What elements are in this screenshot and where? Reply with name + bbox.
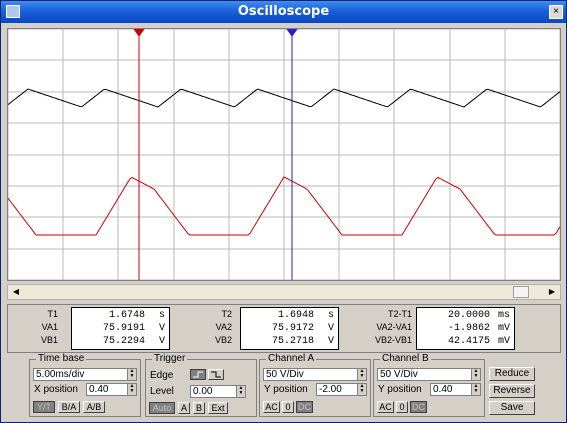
spin-icon[interactable]: ▲ ▼	[357, 369, 366, 380]
channel-b-scale-select[interactable]: 50 V/Div ▲ ▼	[377, 368, 481, 381]
vb2-unit: V	[327, 336, 334, 347]
va1-value: 75.9191	[102, 323, 145, 334]
readout-label: VB2	[214, 335, 232, 345]
dvb-value: 42.4175	[447, 336, 490, 347]
timebase-title: Time base	[36, 353, 87, 364]
reduce-button[interactable]: Reduce	[489, 367, 535, 381]
spin-icon[interactable]: ▲ ▼	[127, 384, 136, 395]
vb1-value: 75.2294	[102, 336, 145, 347]
timebase-scale-select[interactable]: 5.00ms/div ▲ ▼	[33, 368, 137, 381]
trigger-title: Trigger	[152, 353, 188, 364]
va1-unit: V	[158, 323, 165, 334]
readout-box-mid: 1.6948 s 75.9172 V 75.2718 V	[240, 307, 339, 350]
spin-icon[interactable]: ▲ ▼	[471, 369, 480, 380]
horizontal-scrollbar[interactable]: ◀ ▶	[7, 284, 561, 300]
yt-button[interactable]: Y/T	[33, 401, 55, 413]
xpos-input[interactable]: 0.40 ▲ ▼	[86, 383, 137, 396]
dva-value: -1.9862	[447, 323, 490, 334]
level-value: 0.00	[193, 386, 213, 397]
measurement-panel: T1 VA1 VB1 1.6748 s 75.9191 V 75.2294 V T2 …	[7, 304, 561, 353]
dva-unit: mV	[497, 323, 510, 334]
vb2-value: 75.2718	[271, 336, 314, 347]
trigger-group: Trigger Edge Level 0.00 ▲ ▼ Auto A B Ext	[145, 353, 257, 417]
cursor-1-handle[interactable]	[133, 29, 145, 37]
readout-label: T1	[47, 309, 58, 319]
readout-box-left: 1.6748 s 75.9191 V 75.2294 V	[71, 307, 170, 350]
edge-label: Edge	[150, 370, 174, 381]
save-button[interactable]: Save	[489, 401, 535, 415]
spin-icon[interactable]: ▲ ▼	[127, 369, 136, 380]
scroll-left-icon[interactable]: ◀	[10, 286, 22, 298]
channel-a-zero-button[interactable]: 0	[282, 401, 294, 413]
title-bar[interactable]: Oscilloscope ×	[1, 1, 566, 23]
readout-label: T2-T1	[387, 309, 412, 319]
scope-screen[interactable]	[7, 28, 561, 281]
scroll-thumb[interactable]	[513, 286, 529, 298]
readout-label: T2	[221, 309, 232, 319]
spin-icon[interactable]: ▲ ▼	[236, 386, 245, 397]
dvb-unit: mV	[497, 336, 510, 347]
trigger-a-button[interactable]: A	[178, 402, 190, 414]
scroll-right-icon[interactable]: ▶	[546, 286, 558, 298]
t2-unit: s	[327, 310, 334, 321]
readout-label: VA2	[215, 322, 232, 332]
spin-icon[interactable]: ▲ ▼	[471, 384, 480, 395]
window-title: Oscilloscope	[237, 4, 330, 19]
readout-box-right: 20.0000 ms -1.9862 mV 42.4175 mV	[416, 307, 515, 350]
timebase-group: Time base 5.00ms/div ▲ ▼ X position 0.40 ▲ ▼…	[29, 353, 141, 417]
readout-label: VA2-VA1	[376, 322, 412, 332]
ab-button[interactable]: A/B	[83, 401, 105, 413]
channel-a-dc-button[interactable]: DC	[296, 401, 313, 413]
channel-a-ypos-value: -2.00	[319, 384, 342, 395]
channel-b-ypos-value: 0.40	[433, 384, 453, 395]
channel-a-ypos-label: Y position	[264, 384, 308, 395]
close-button[interactable]: ×	[549, 5, 563, 19]
dt-unit: ms	[497, 310, 510, 321]
trigger-b-button[interactable]: B	[193, 402, 205, 414]
channel-a-group: Channel A 50 V/Div ▲ ▼ Y position -2.00 ▲ ▼ …	[259, 353, 371, 417]
channel-a-title: Channel A	[266, 353, 317, 364]
vb1-unit: V	[158, 336, 165, 347]
level-input[interactable]: 0.00 ▲ ▼	[190, 385, 246, 398]
readout-label: VB2-VB1	[374, 335, 412, 345]
channel-b-ac-button[interactable]: AC	[377, 401, 394, 413]
scope-display[interactable]	[8, 29, 560, 280]
oscilloscope-window: Oscilloscope × ◀ ▶ T1 VA1 VB1 1.6748 s 75…	[0, 0, 567, 423]
xpos-value: 0.40	[89, 384, 109, 395]
channel-b-ypos-label: Y position	[378, 384, 422, 395]
channel-b-zero-button[interactable]: 0	[396, 401, 408, 413]
channel-b-title: Channel B	[380, 353, 431, 364]
t2-value: 1.6948	[277, 310, 314, 321]
channel-b-ypos-input[interactable]: 0.40 ▲ ▼	[430, 383, 481, 396]
xpos-label: X position	[34, 384, 78, 395]
spin-icon[interactable]: ▲ ▼	[357, 384, 366, 395]
readout-label: VB1	[40, 335, 58, 345]
ba-button[interactable]: B/A	[58, 401, 80, 413]
channel-a-ypos-input[interactable]: -2.00 ▲ ▼	[316, 383, 367, 396]
channel-b-dc-button[interactable]: DC	[410, 401, 427, 413]
t1-value: 1.6748	[108, 310, 145, 321]
dt-value: 20.0000	[447, 310, 490, 321]
level-label: Level	[150, 386, 174, 397]
ext-button[interactable]: Ext	[208, 402, 228, 414]
readout-label: VA1	[41, 322, 58, 332]
channel-b-group: Channel B 50 V/Div ▲ ▼ Y position 0.40 ▲ ▼ A…	[373, 353, 485, 417]
rising-edge-icon[interactable]	[190, 369, 206, 380]
channel-a-scale-value: 50 V/Div	[266, 369, 304, 380]
channel-a-scale-select[interactable]: 50 V/Div ▲ ▼	[263, 368, 367, 381]
scope-grid	[8, 29, 560, 280]
t1-unit: s	[158, 310, 165, 321]
va2-unit: V	[327, 323, 334, 334]
cursor-2-handle[interactable]	[286, 29, 298, 37]
channel-a-ac-button[interactable]: AC	[263, 401, 280, 413]
falling-edge-icon[interactable]	[208, 369, 224, 380]
timebase-scale-value: 5.00ms/div	[36, 369, 85, 380]
va2-value: 75.9172	[271, 323, 314, 334]
reverse-button[interactable]: Reverse	[489, 384, 535, 398]
channel-b-scale-value: 50 V/Div	[380, 369, 418, 380]
auto-button[interactable]: Auto	[149, 402, 175, 414]
